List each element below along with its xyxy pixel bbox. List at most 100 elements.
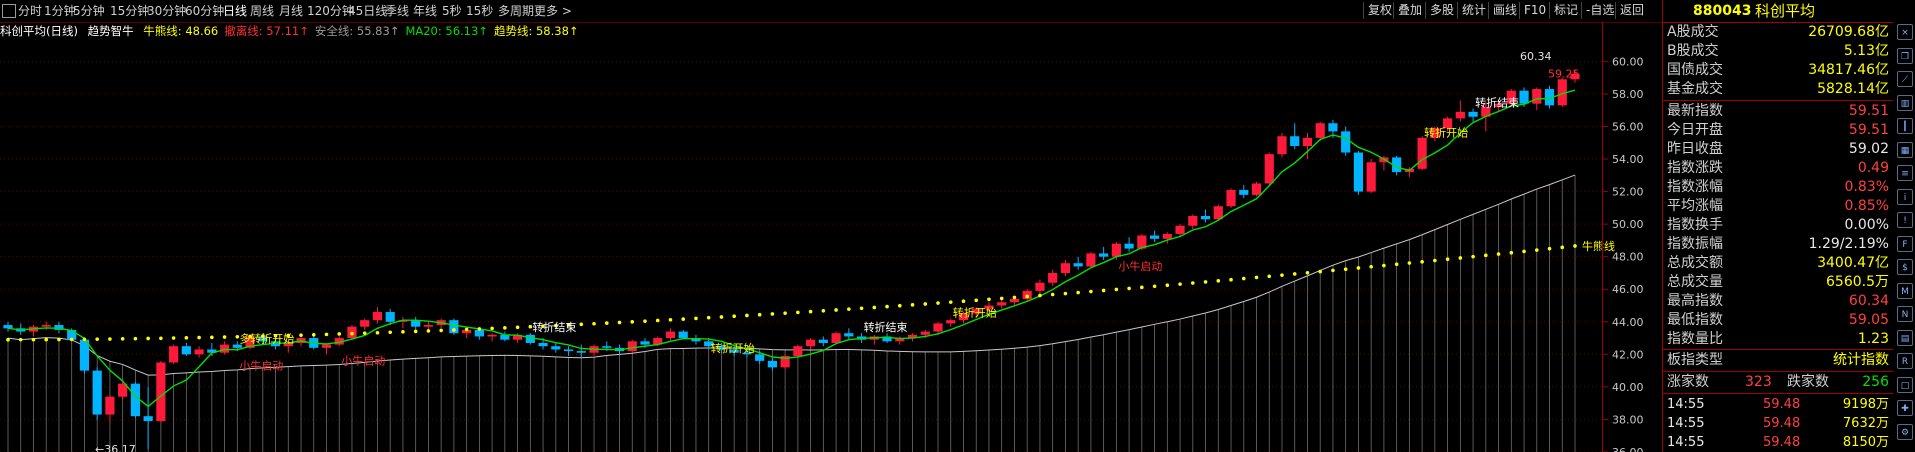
candle-body [1264, 154, 1274, 184]
turnover-value: 5828.14亿 [1817, 81, 1889, 97]
period-tab-2[interactable]: 5分钟 [73, 3, 105, 19]
kline-chart[interactable]: 60.00 58.00 56.00 54.00 52.00 50.00 48.00 46.00… [0, 38, 1662, 452]
bull-bear-dot [1267, 274, 1272, 279]
period-tab-7[interactable]: 周线 [250, 3, 274, 19]
bull-bear-dot [18, 337, 23, 342]
period-tab-15[interactable]: 多周期 [498, 3, 534, 19]
toolbar-button-1[interactable]: 叠加 [1393, 2, 1426, 19]
toolbar-button-7[interactable]: -自选 [1581, 2, 1618, 19]
alert-icon[interactable]: ! [1897, 212, 1913, 228]
window-icon[interactable]: □ [1897, 376, 1913, 393]
candle-body [767, 360, 777, 368]
settings-icon[interactable]: ⚙ [1897, 423, 1913, 440]
f10-icon[interactable]: F [1897, 235, 1913, 252]
bull-bear-dot [401, 330, 405, 334]
bull-bear-dot [477, 327, 482, 331]
chart-k-icon[interactable]: ┃ [1897, 118, 1913, 134]
bull-bear-dot [617, 320, 622, 325]
toolbar-menu-icon[interactable] [2, 4, 16, 18]
period-tab-4[interactable]: 30分钟 [147, 3, 186, 19]
signal-label: 转折结束 [532, 320, 576, 334]
quote-label: 平均涨幅 [1667, 198, 1723, 214]
period-tab-5[interactable]: 60分钟 [185, 3, 224, 19]
chart-title: 科创平均(日线) [0, 24, 78, 38]
candle-body [793, 346, 803, 356]
candle-body [1341, 131, 1351, 153]
rsi-icon[interactable]: R [1897, 353, 1913, 369]
bull-bear-dot [159, 336, 163, 341]
bull-bear-dot [1012, 295, 1017, 300]
bull-bear-dot [1394, 262, 1399, 267]
toolbar-button-3[interactable]: 统计 [1457, 2, 1490, 19]
y-tick-label: 52.00 [1612, 186, 1644, 199]
fund-icon[interactable]: $ [1897, 259, 1913, 275]
bull-bear-dot [987, 297, 991, 302]
signal-label: 转折结束 [1475, 96, 1519, 110]
bull-bear-dot [630, 320, 635, 324]
list-icon[interactable]: ≡ [1897, 165, 1913, 181]
tick-time: 14:55 [1667, 435, 1705, 450]
ma-icon[interactable]: M [1897, 282, 1913, 299]
bull-bear-dot [1496, 252, 1501, 256]
close-icon[interactable]: × [1897, 24, 1913, 40]
bull-bear-dot [910, 303, 915, 307]
calendar-icon[interactable]: ▤ [1897, 329, 1913, 346]
bull-bear-dot [1573, 244, 1577, 248]
period-tab-16[interactable]: 更多 > [534, 3, 572, 19]
toolbar-button-2[interactable]: 多股 [1425, 2, 1458, 19]
bull-bear-dot [57, 337, 61, 342]
index-name: 科创平均 [1755, 2, 1816, 20]
period-tab-6[interactable]: 日线 [223, 3, 247, 19]
formula-name[interactable]: 趋势智牛 [88, 24, 134, 38]
period-tab-13[interactable]: 5秒 [442, 3, 462, 19]
quote-label: 指数换手 [1667, 217, 1723, 233]
period-tab-8[interactable]: 月线 [279, 3, 303, 19]
board-type-row: 板指类型 统计指数 [1663, 351, 1893, 370]
quote-value: 3400.47亿 [1817, 255, 1889, 271]
candle-body [551, 346, 561, 350]
toolbar-button-0[interactable]: 复权 [1363, 2, 1396, 19]
period-tab-3[interactable]: 15分钟 [110, 3, 149, 19]
candle-body [1239, 189, 1249, 195]
quote-value: 0.00% [1844, 217, 1889, 233]
tick-price: 59.48 [1763, 397, 1801, 412]
up-count-label: 涨家数 [1667, 374, 1709, 390]
period-tab-10[interactable]: 45日线 [348, 3, 387, 19]
bull-bear-line-label: 牛熊线 [1582, 239, 1615, 253]
chart-bar-icon[interactable]: ▥ [1897, 94, 1913, 111]
bull-bear-dot [1127, 286, 1131, 291]
period-tab-0[interactable]: 分时 [18, 3, 42, 19]
indicator-value-1: 撤离线: 57.11↑ [224, 24, 309, 38]
turnover-row: 基金成交 5828.14亿 [1663, 80, 1893, 99]
chart-line-icon[interactable]: ⟋ [1897, 71, 1913, 87]
candle-body [818, 339, 828, 343]
candle-body [1417, 137, 1427, 169]
period-tab-12[interactable]: 年线 [413, 3, 437, 19]
restore-icon[interactable]: ❐ [1897, 47, 1913, 64]
news-icon[interactable]: N [1897, 306, 1913, 322]
toolbar-button-5[interactable]: F10 [1519, 2, 1550, 19]
bull-bear-dot [872, 305, 877, 310]
grid-icon[interactable]: ▦ [1897, 141, 1913, 158]
candle-body [1532, 89, 1542, 104]
bull-bear-dot [1292, 272, 1297, 276]
bull-bear-dot [1471, 254, 1475, 259]
quote-label: 指数振幅 [1667, 236, 1723, 252]
period-tab-1[interactable]: 1分钟 [44, 3, 76, 19]
period-tab-14[interactable]: 15秒 [466, 3, 493, 19]
bull-bear-dot [923, 302, 928, 306]
bull-bear-dot [579, 322, 584, 327]
toolbar-button-6[interactable]: 标记 [1549, 2, 1582, 19]
candle-body [105, 396, 115, 415]
bull-bear-dot [1076, 290, 1080, 295]
cross-icon[interactable]: ✚ [1897, 400, 1913, 416]
toolbar-button-8[interactable]: 返回 [1615, 2, 1648, 19]
candle-body [576, 351, 586, 353]
period-toolbar: 分时 1分钟 5分钟 15分钟 30分钟 60分钟 日线 周线 月线 120分钟 45日线 季线 年线 5… [0, 0, 1662, 23]
toolbar-button-4[interactable]: 画线 [1488, 2, 1521, 19]
bull-bear-dot [1101, 288, 1106, 293]
period-tab-11[interactable]: 季线 [385, 3, 409, 19]
period-tab-9[interactable]: 120分钟 [307, 3, 354, 19]
candle-body [1468, 111, 1478, 117]
info-icon[interactable]: i [1897, 188, 1913, 205]
